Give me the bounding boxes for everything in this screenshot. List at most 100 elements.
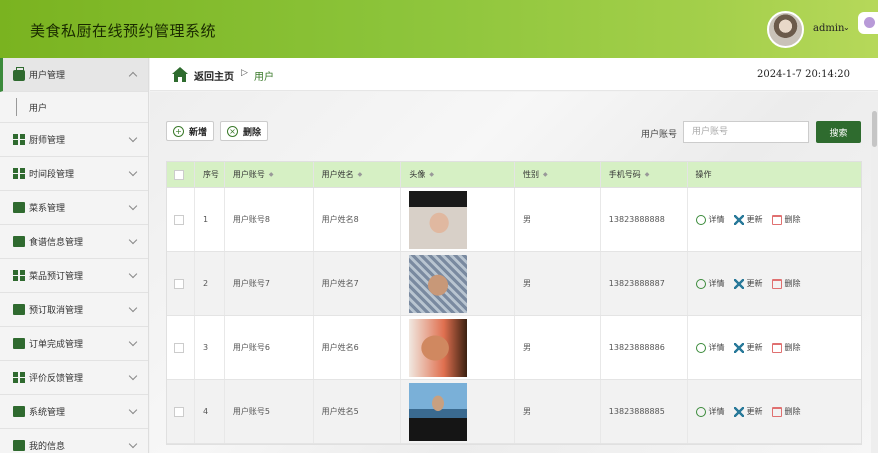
gender-cell: 男 (515, 316, 601, 379)
row-checkbox[interactable] (174, 406, 184, 417)
sidebar-item-user-management[interactable]: 用户管理 (0, 58, 148, 92)
update-button[interactable]: 更新 (733, 278, 763, 289)
sort-icon[interactable]: ◆ (543, 171, 548, 178)
phone-cell: 13823888888 (601, 188, 688, 251)
sidebar-item-label: 菜品预订管理 (29, 272, 84, 282)
grid-icon (13, 372, 25, 383)
wrench-icon (733, 214, 744, 225)
sidebar-item-label: 时间段管理 (29, 170, 75, 180)
sort-icon[interactable]: ◆ (269, 171, 274, 178)
detail-label: 详情 (708, 343, 725, 352)
chevron-down-icon[interactable]: ⌄ (843, 23, 850, 32)
sidebar-item-profile[interactable]: 我的信息 (0, 429, 148, 453)
scrollbar-track[interactable] (871, 96, 878, 453)
clipboard-icon (13, 236, 25, 247)
detail-button[interactable]: 详情 (695, 406, 725, 417)
detail-button[interactable]: 详情 (695, 342, 725, 353)
sidebar-subitem-user[interactable]: 用户 (0, 92, 148, 123)
name-cell: 用户姓名6 (314, 316, 402, 379)
sidebar-item-complete[interactable]: 订单完成管理 (0, 327, 148, 361)
account-cell: 用户账号8 (225, 188, 314, 251)
chevron-up-icon (128, 71, 138, 81)
column-header[interactable]: 用户姓名 ◆ (314, 162, 402, 187)
sort-icon[interactable]: ◆ (358, 171, 363, 178)
column-header-label: 手机号码 (608, 170, 641, 179)
sidebar-item-cuisine[interactable]: 菜系管理 (0, 191, 148, 225)
actions-cell: 详情 更新 删除 (688, 252, 861, 315)
sidebar-item-feedback[interactable]: 评价反馈管理 (0, 361, 148, 395)
theme-button[interactable] (858, 12, 878, 34)
detail-button[interactable]: 详情 (695, 214, 725, 225)
sidebar-item-timeslot[interactable]: 时间段管理 (0, 157, 148, 191)
avatar-image[interactable] (409, 318, 468, 377)
select-all-cell (167, 162, 195, 187)
monitor-icon (13, 202, 25, 213)
home-icon[interactable] (172, 67, 188, 82)
sidebar-item-label: 厨师管理 (29, 136, 66, 146)
delete-label: 删除 (784, 215, 801, 224)
zoom-in-icon (695, 278, 706, 289)
column-header-label: 序号 (202, 170, 219, 179)
column-header[interactable]: 用户账号 ◆ (225, 162, 314, 187)
update-button[interactable]: 更新 (733, 406, 763, 417)
avatar-cell (401, 380, 516, 443)
sidebar-item-cancel[interactable]: 预订取消管理 (0, 293, 148, 327)
row-delete-button[interactable]: 删除 (771, 342, 801, 353)
row-select-cell (167, 380, 195, 443)
sidebar-item-chef[interactable]: 厨师管理 (0, 123, 148, 157)
select-all-checkbox[interactable] (174, 169, 184, 180)
user-table: 序号 用户账号 ◆ 用户姓名 ◆ 头像 ◆ 性别 ◆ 手机号码 ◆ 操作 1 用户账号8 … (166, 161, 862, 445)
top-header: 美食私厨在线预约管理系统 admin ⌄ (0, 0, 878, 58)
gender-cell: 男 (515, 380, 601, 443)
current-datetime: 2024-1-7 20:14:20 (756, 69, 850, 80)
detail-label: 详情 (708, 215, 725, 224)
column-header-label: 用户账号 (232, 170, 265, 179)
row-delete-button[interactable]: 删除 (771, 278, 801, 289)
column-header[interactable]: 头像 ◆ (401, 162, 516, 187)
scrollbar-thumb[interactable] (872, 111, 877, 147)
phone-cell: 13823888886 (601, 316, 688, 379)
row-checkbox[interactable] (174, 278, 184, 289)
avatar-image[interactable] (409, 382, 468, 441)
sort-icon[interactable]: ◆ (645, 171, 650, 178)
name-cell: 用户姓名5 (314, 380, 402, 443)
divider (16, 98, 17, 116)
sort-icon[interactable]: ◆ (429, 171, 434, 178)
detail-button[interactable]: 详情 (695, 278, 725, 289)
grid-icon (13, 134, 25, 145)
row-checkbox[interactable] (174, 342, 184, 353)
breadcrumb-home-link[interactable]: 返回主页 (194, 68, 234, 83)
update-label: 更新 (746, 343, 763, 352)
row-checkbox[interactable] (174, 214, 184, 225)
grid-icon (13, 270, 25, 281)
row-delete-button[interactable]: 删除 (771, 406, 801, 417)
briefcase-icon (13, 67, 25, 81)
column-header[interactable]: 手机号码 ◆ (601, 162, 688, 187)
sidebar-item-system[interactable]: 系统管理 (0, 395, 148, 429)
account-cell: 用户账号5 (225, 380, 314, 443)
sidebar-item-label: 我的信息 (29, 442, 66, 452)
column-header[interactable]: 性别 ◆ (515, 162, 601, 187)
update-button[interactable]: 更新 (733, 214, 763, 225)
column-header-label: 性别 (523, 170, 540, 179)
sidebar-item-booking[interactable]: 菜品预订管理 (0, 259, 148, 293)
table-header: 序号 用户账号 ◆ 用户姓名 ◆ 头像 ◆ 性别 ◆ 手机号码 ◆ 操作 (167, 162, 861, 188)
update-button[interactable]: 更新 (733, 342, 763, 353)
avatar-image[interactable] (409, 190, 468, 249)
user-name[interactable]: admin (813, 23, 844, 34)
plus-icon: + (173, 125, 184, 137)
sidebar-item-recipe[interactable]: 食谱信息管理 (0, 225, 148, 259)
actions-cell: 详情 更新 删除 (688, 380, 861, 443)
add-button[interactable]: + 新增 (166, 121, 215, 141)
avatar-image[interactable] (409, 254, 468, 313)
chevron-down-icon (128, 371, 138, 381)
sidebar-item-label: 食谱信息管理 (29, 238, 84, 248)
search-input[interactable] (683, 121, 809, 143)
user-avatar[interactable] (767, 11, 804, 48)
update-label: 更新 (746, 279, 763, 288)
delete-button[interactable]: × 删除 (220, 121, 269, 141)
search-button[interactable]: 搜索 (816, 121, 861, 143)
grid-icon (13, 168, 25, 179)
row-delete-button[interactable]: 删除 (771, 214, 801, 225)
breadcrumb: 返回主页 ▷ 用户 2024-1-7 20:14:20 (150, 58, 878, 91)
